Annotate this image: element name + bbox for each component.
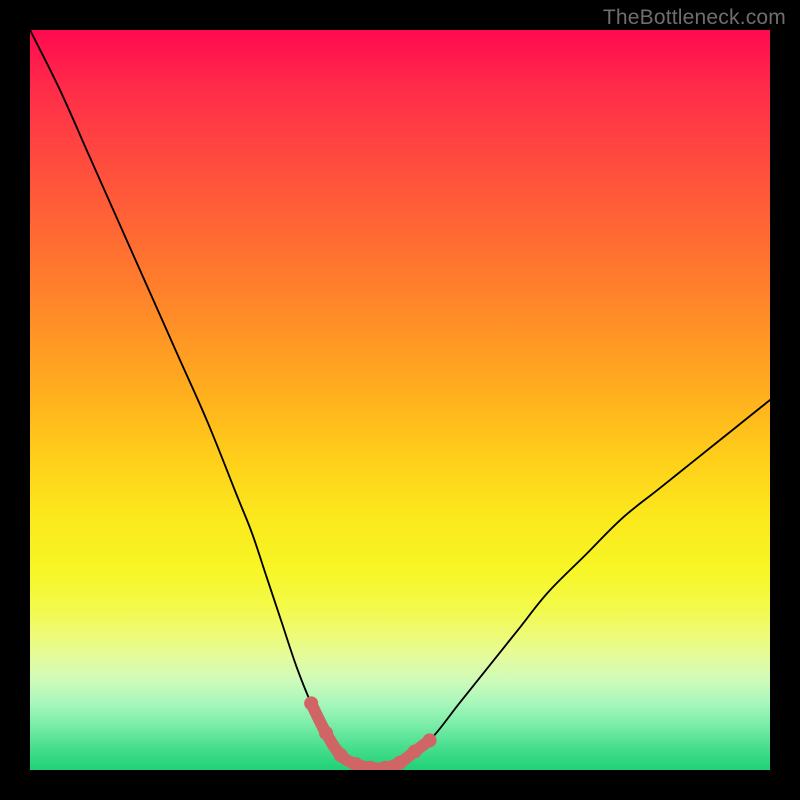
highlight-dot [423,733,437,747]
highlight-dots [304,696,436,770]
watermark-text: TheBottleneck.com [603,6,786,30]
highlight-dot [408,744,422,758]
plot-area [30,30,770,770]
highlight-dot [334,748,348,762]
chart-stage: TheBottleneck.com [0,0,800,800]
highlight-dot [319,726,333,740]
bottleneck-curve [30,30,770,770]
highlight-dot [304,696,318,710]
highlight-dot [393,756,407,770]
curve-svg [30,30,770,770]
